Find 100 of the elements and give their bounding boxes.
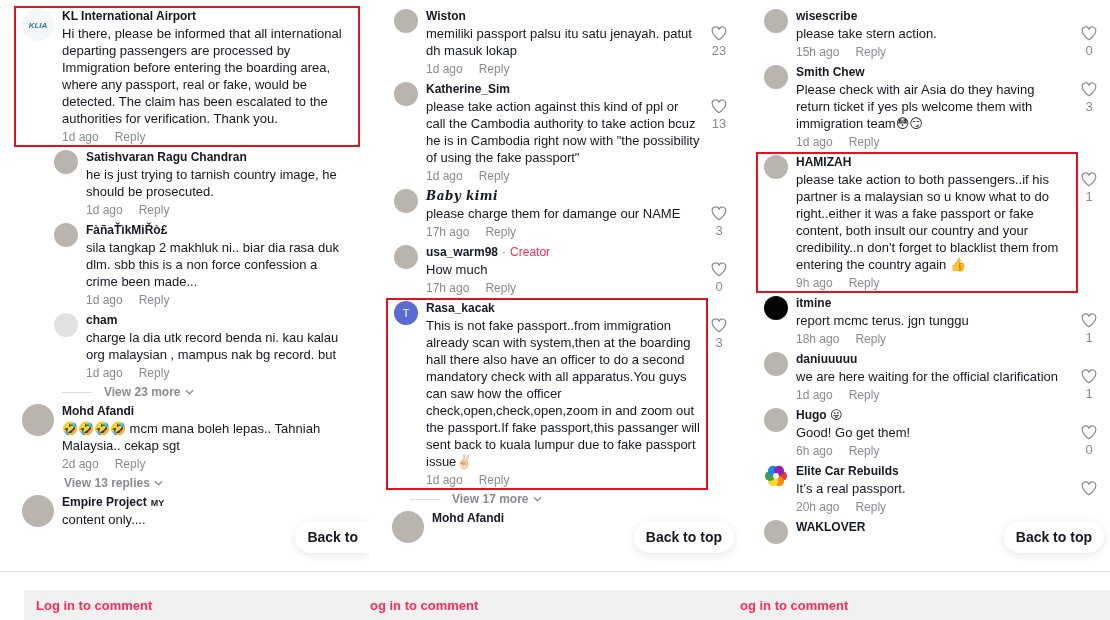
back-to-top-button[interactable]: Back to top	[1003, 521, 1104, 553]
username[interactable]: WAKLOVER	[796, 520, 866, 534]
timestamp: 1d ago	[796, 388, 833, 402]
heart-icon[interactable]	[711, 318, 727, 333]
username[interactable]: KL International Airport	[62, 9, 196, 23]
avatar-photo-placeholder	[394, 9, 418, 33]
username[interactable]: Satishvaran Ragu Chandran	[86, 150, 247, 164]
heart-icon[interactable]	[711, 99, 727, 114]
avatar-photo-placeholder	[764, 352, 788, 376]
like-count: 3	[1085, 99, 1093, 114]
chevron-down-icon	[532, 496, 542, 502]
like-count: 0	[715, 279, 723, 294]
username[interactable]: Elite Car Rebuilds	[796, 464, 899, 478]
avatar-photo-placeholder	[54, 223, 78, 247]
comment-text: Good! Go get them!	[796, 424, 912, 441]
heart-icon[interactable]	[1081, 172, 1097, 187]
reply-link[interactable]: Reply	[138, 293, 170, 307]
comment-text: content only....	[62, 511, 147, 528]
comment-text: Please check with air Asia do they having return ticket if yes pls welcome them with immigration team😳😏	[796, 81, 1036, 132]
avatar-photo-placeholder	[764, 9, 788, 33]
reply-link[interactable]: Reply	[478, 62, 510, 76]
heart-icon[interactable]	[711, 26, 727, 41]
timestamp: 15h ago	[796, 45, 840, 59]
username[interactable]: FàñaŤìkMiŘò£	[86, 223, 168, 237]
username[interactable]: Rasa_kacak	[426, 301, 495, 315]
username[interactable]: itmine	[796, 296, 832, 310]
avatar-photo-placeholder	[394, 245, 418, 269]
letter-avatar: T	[394, 301, 418, 325]
reply-link[interactable]: Reply	[114, 130, 146, 144]
reply-link[interactable]: Reply	[848, 135, 880, 149]
back-to-top-button[interactable]: Back to top	[633, 521, 734, 553]
username[interactable]: HAMIZAH	[796, 155, 852, 169]
username[interactable]: cham	[86, 313, 118, 327]
comment-text: we are here waiting for the official clarification	[796, 368, 1060, 385]
username[interactable]: Empire Project	[62, 495, 147, 509]
username[interactable]: daniuuuuu	[796, 352, 858, 366]
username[interactable]: Smith Chew	[796, 65, 865, 79]
username[interactable]: Wiston	[426, 9, 466, 23]
heart-icon[interactable]	[1081, 313, 1097, 328]
comment-text: he is just trying to tarnish country image, he should be prosecuted.	[86, 166, 338, 200]
heart-icon[interactable]	[1081, 369, 1097, 384]
like-count: 3	[715, 335, 723, 350]
timestamp: 1d ago	[426, 169, 463, 183]
reply-link[interactable]: Reply	[855, 45, 887, 59]
like-count: 3	[715, 223, 723, 238]
like-count: 0	[1085, 442, 1093, 457]
reply-link[interactable]: Reply	[485, 281, 517, 295]
chevron-down-icon	[184, 389, 194, 395]
reply-link[interactable]: Reply	[478, 473, 510, 487]
view-replies-link[interactable]: View 13 replies	[64, 476, 150, 490]
reply-link[interactable]: Reply	[138, 366, 170, 380]
reply-link[interactable]: Reply	[485, 225, 517, 239]
username[interactable]: Mohd Afandi	[432, 511, 505, 525]
comment-text: please take action against this kind of ppl or call the Cambodia authority to take action bcuz he is in Cambodia right now with "the possibility of using the fake passport"	[426, 98, 700, 166]
heart-icon[interactable]	[711, 262, 727, 277]
avatar-photo-placeholder	[22, 495, 54, 527]
reply-link[interactable]: Reply	[138, 203, 170, 217]
comment-text: It’s a real passport.	[796, 480, 907, 497]
timestamp: 1d ago	[86, 203, 123, 217]
separator-dot: ·	[502, 245, 507, 259]
avatar-photo-placeholder	[764, 520, 788, 544]
comment-text: please take action to both passengers..if his partner is a malaysian so u know what to do right..either it was a fake passport or fake content, both insult our country and your credibility..n don't forget to blacklist them from entering the country again 👍	[796, 171, 1060, 273]
username[interactable]: wisescribe	[796, 9, 858, 23]
heart-icon[interactable]	[1081, 425, 1097, 440]
heart-icon[interactable]	[1081, 26, 1097, 41]
timestamp: 17h ago	[426, 281, 470, 295]
comment-text: sila tangkap 2 makhluk ni.. biar dia rasa duk dlm. sbb this is a non force confession a crime been made...	[86, 239, 340, 290]
username[interactable]: Hugo 😛	[796, 408, 843, 422]
timestamp: 1d ago	[86, 366, 123, 380]
timestamp: 1d ago	[426, 473, 463, 487]
heart-icon[interactable]	[1081, 82, 1097, 97]
avatar-photo-placeholder	[54, 150, 78, 174]
username[interactable]: Mohd Afandi	[62, 404, 135, 418]
comment-text: please take stern action.	[796, 25, 938, 42]
like-count: 23	[711, 43, 727, 58]
avatar-photo-placeholder	[22, 404, 54, 436]
like-count: 13	[711, 116, 727, 131]
creator-label: Creator	[510, 245, 551, 259]
reply-link[interactable]: Reply	[478, 169, 510, 183]
like-count: 1	[1085, 189, 1093, 204]
reply-link[interactable]: Reply	[114, 457, 146, 471]
username[interactable]: Baby kimi	[426, 189, 499, 203]
heart-icon[interactable]	[1081, 481, 1097, 496]
username[interactable]: Katherine_Sim	[426, 82, 511, 96]
back-to-top-button[interactable]: Back to	[295, 521, 370, 553]
avatar-photo-placeholder	[394, 189, 418, 213]
reply-link[interactable]: Reply	[855, 332, 887, 346]
username[interactable]: usa_warm98	[426, 245, 499, 259]
reply-link[interactable]: Reply	[848, 444, 880, 458]
country-tag: MY	[150, 498, 165, 508]
timestamp: 1d ago	[86, 293, 123, 307]
comment-text: This is not fake passport..from immigration already scan with system,then at the boarding hall there also have an officer to do a second mandatory check with all apparatus.You guys can saw how the officer check,open,check,open,zoom in and zoom out the passport.If fake passport,this passanger will sent back to kuala lumpur due to fake passport issue✌🏻	[426, 317, 700, 470]
comment-text: How much	[426, 261, 489, 278]
comment-text: Hi there, please be informed that all international departing passengers are processed by Immigration before entering the boarding area, where any passport, real or fake, would be detected. The claim has been escalated to the authorities for verification. Thank you.	[62, 25, 343, 127]
avatar-photo-placeholder	[764, 155, 788, 179]
reply-link[interactable]: Reply	[855, 500, 887, 514]
reply-link[interactable]: Reply	[848, 388, 880, 402]
reply-link[interactable]: Reply	[848, 276, 880, 290]
heart-icon[interactable]	[711, 206, 727, 221]
chevron-down-icon	[153, 480, 163, 486]
